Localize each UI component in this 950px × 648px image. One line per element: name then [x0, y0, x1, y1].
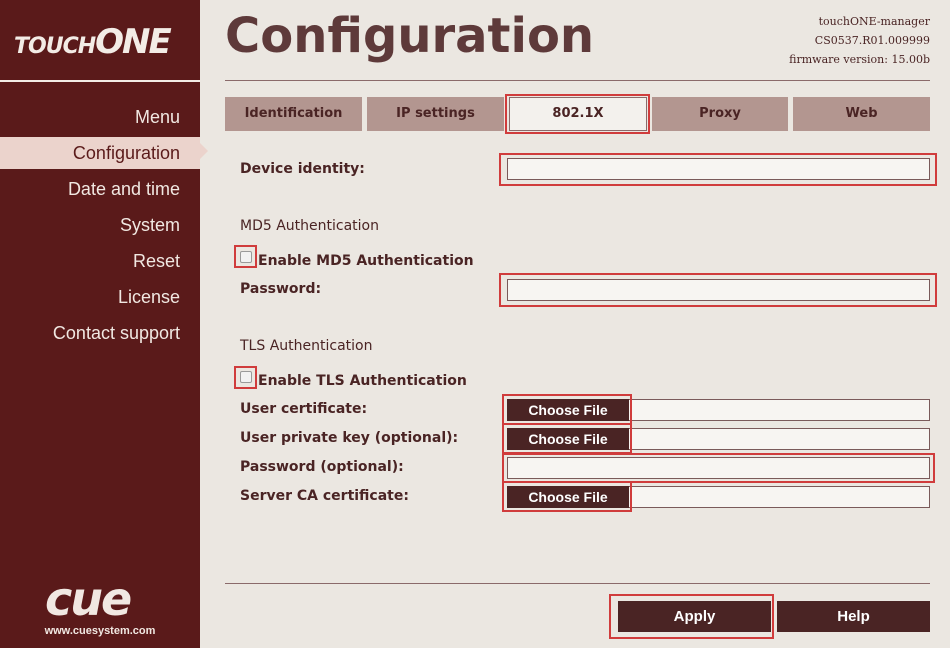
- apply-button[interactable]: Apply: [618, 601, 771, 632]
- tab-web[interactable]: Web: [793, 97, 930, 131]
- sidebar-item-license[interactable]: License: [0, 281, 200, 313]
- md5-password-label: Password:: [240, 281, 322, 297]
- device-name: touchONE-manager: [818, 15, 930, 28]
- tls-password-input[interactable]: [507, 457, 930, 479]
- server-ca-certificate-label: Server CA certificate:: [240, 488, 409, 504]
- sidebar-item-system[interactable]: System: [0, 209, 200, 241]
- tls-section-title: TLS Authentication: [240, 338, 373, 354]
- sidebar-item-configuration[interactable]: Configuration: [0, 137, 200, 169]
- tab-802-1x[interactable]: 802.1X: [509, 97, 647, 131]
- user-certificate-label: User certificate:: [240, 401, 368, 417]
- logo-text-one: ONE: [95, 22, 172, 62]
- user-private-key-choose-button[interactable]: Choose File: [507, 428, 629, 450]
- tls-enable-label: Enable TLS Authentication: [258, 373, 467, 389]
- sidebar-item-contact-support[interactable]: Contact support: [0, 317, 200, 349]
- header-divider: [225, 80, 930, 81]
- tab-identification[interactable]: Identification: [225, 97, 362, 131]
- sidebar-item-date-and-time[interactable]: Date and time: [0, 173, 200, 205]
- device-info: touchONE-manager CS0537.R01.009999 firmw…: [789, 12, 930, 69]
- sidebar: TOUCHONE Menu Configuration Date and tim…: [0, 0, 200, 648]
- firmware-version: firmware version: 15.00b: [789, 53, 930, 66]
- server-ca-certificate-choose-button[interactable]: Choose File: [507, 486, 629, 508]
- sidebar-item-menu[interactable]: Menu: [0, 101, 200, 133]
- user-certificate-choose-button[interactable]: Choose File: [507, 399, 629, 421]
- sidebar-divider: [0, 80, 200, 82]
- touchone-logo: TOUCHONE: [0, 0, 200, 80]
- cue-logo: cue: [45, 572, 132, 626]
- page-title: Configuration: [225, 8, 595, 64]
- logo-text: TOUCHONE: [14, 22, 172, 62]
- help-button[interactable]: Help: [777, 601, 930, 632]
- device-identity-label: Device identity:: [240, 161, 365, 177]
- md5-enable-label: Enable MD5 Authentication: [258, 253, 474, 269]
- active-nav-arrow-icon: [200, 143, 208, 159]
- tab-ip-settings[interactable]: IP settings: [367, 97, 504, 131]
- tls-password-label: Password (optional):: [240, 459, 404, 475]
- tab-proxy[interactable]: Proxy: [652, 97, 788, 131]
- tls-enable-checkbox[interactable]: [240, 371, 252, 383]
- device-id: CS0537.R01.009999: [814, 34, 930, 47]
- md5-section-title: MD5 Authentication: [240, 218, 379, 234]
- logo-text-touch: TOUCH: [14, 34, 96, 59]
- cue-url: www.cuesystem.com: [44, 625, 156, 637]
- user-private-key-label: User private key (optional):: [240, 430, 459, 446]
- md5-enable-checkbox[interactable]: [240, 251, 252, 263]
- footer-divider: [225, 583, 930, 584]
- sidebar-item-reset[interactable]: Reset: [0, 245, 200, 277]
- device-identity-input[interactable]: [507, 158, 930, 180]
- md5-password-input[interactable]: [507, 279, 930, 301]
